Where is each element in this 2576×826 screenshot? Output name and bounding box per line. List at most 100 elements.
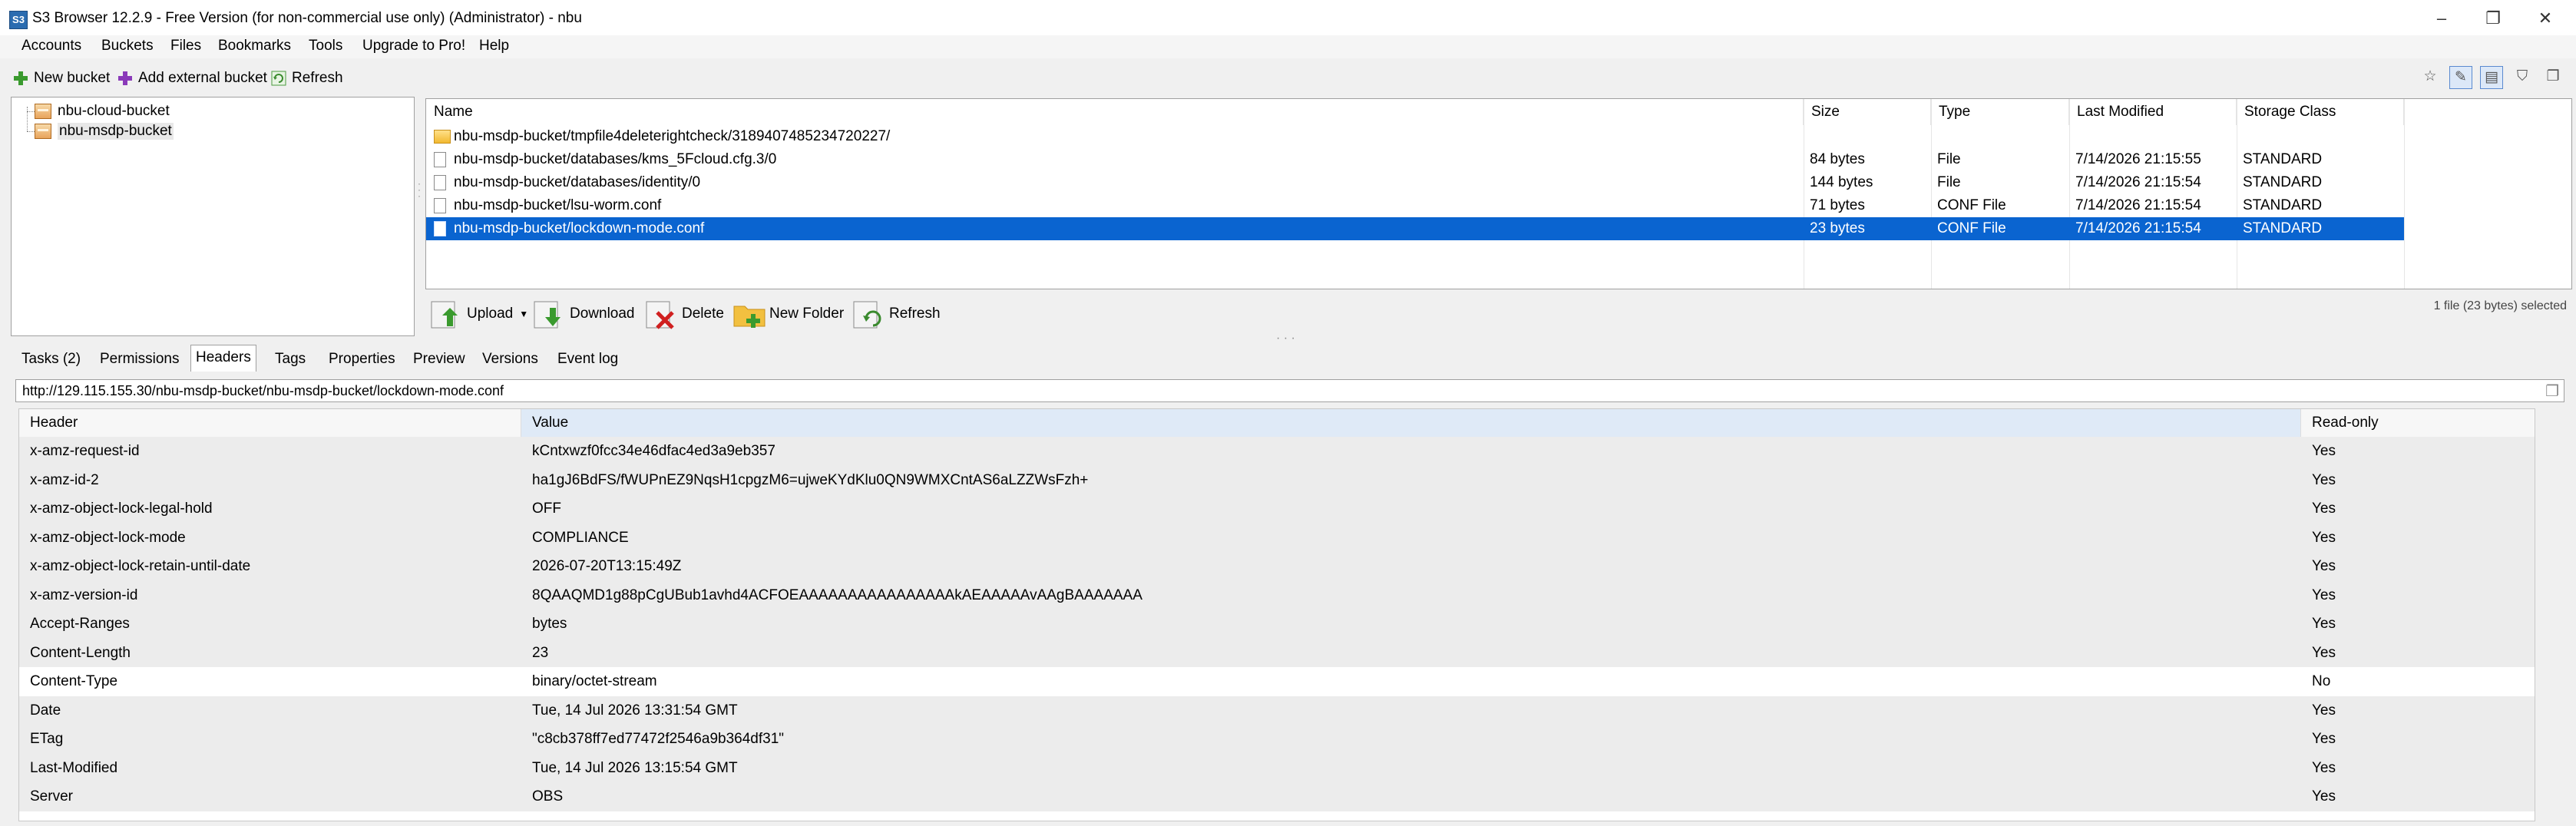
view-icon[interactable]: ▤: [2480, 66, 2503, 89]
header-name: x-amz-request-id: [30, 443, 140, 459]
header-read-only: Yes: [2312, 788, 2336, 805]
header-row[interactable]: x-amz-id-2 ha1gJ6BdFS/fWUPnEZ9NqsH1cpgzM6…: [19, 465, 2535, 494]
bookmark-star-icon[interactable]: ☆: [2419, 66, 2442, 89]
file-size: 71 bytes: [1810, 197, 1865, 213]
url-text: http://129.115.155.30/nbu-msdp-bucket/nb…: [22, 383, 504, 398]
menu-help[interactable]: Help: [476, 38, 512, 55]
header-row[interactable]: Content-Length 23 Yes: [19, 638, 2535, 667]
header-row[interactable]: Content-Type binary/octet-stream No: [19, 667, 2535, 696]
add-external-bucket-button[interactable]: Add external bucket: [117, 68, 267, 89]
header-read-only: Yes: [2312, 731, 2336, 747]
header-row[interactable]: x-amz-request-id kCntxwzf0fcc34e46dfac4ed…: [19, 437, 2535, 466]
file-row[interactable]: nbu-msdp-bucket/databases/kms_5Fcloud.cf…: [426, 148, 2404, 171]
bucket-item-nbu-cloud[interactable]: nbu-cloud-bucket: [35, 102, 170, 121]
download-icon: [533, 299, 564, 329]
header-row[interactable]: x-amz-object-lock-legal-hold OFF Yes: [19, 494, 2535, 524]
menu-bookmarks[interactable]: Bookmarks: [215, 38, 294, 55]
header-row[interactable]: x-amz-object-lock-retain-until-date 2026-…: [19, 552, 2535, 581]
download-button[interactable]: Download: [533, 295, 635, 333]
tab-preview[interactable]: Preview: [408, 347, 470, 372]
refresh-files-label: Refresh: [889, 306, 941, 322]
tab-versions[interactable]: Versions: [478, 347, 543, 372]
file-type: File: [1937, 174, 1961, 190]
file-name: nbu-msdp-bucket/tmpfile4deleterightcheck…: [454, 128, 891, 144]
file-row[interactable]: nbu-msdp-bucket/databases/identity/0 144…: [426, 171, 2404, 194]
headers-grid: Header Value Read-only x-amz-request-id k…: [18, 408, 2535, 821]
new-folder-button[interactable]: New Folder: [732, 295, 844, 333]
file-modified: 7/14/2026 21:15:55: [2075, 151, 2201, 167]
header-row[interactable]: Date Tue, 14 Jul 2026 13:31:54 GMT Yes: [19, 695, 2535, 725]
header-row[interactable]: ETag "c8cb378ff7ed77472f2546a9b364df31" Ye…: [19, 725, 2535, 754]
title-bar: S3 S3 Browser 12.2.9 - Free Version (for…: [0, 0, 2576, 38]
menu-buckets[interactable]: Buckets: [98, 38, 157, 55]
file-modified: 7/14/2026 21:15:54: [2075, 220, 2201, 236]
vertical-splitter[interactable]: · · ·: [418, 179, 421, 200]
new-bucket-label: New bucket: [34, 70, 111, 86]
header-name: x-amz-version-id: [30, 586, 138, 603]
close-button[interactable]: ✕: [2526, 5, 2564, 32]
file-storage-class: STANDARD: [2243, 197, 2323, 213]
column-header-type[interactable]: Type: [1931, 99, 2069, 125]
menu-accounts[interactable]: Accounts: [18, 38, 84, 55]
horizontal-splitter[interactable]: · · ·: [1276, 332, 1295, 345]
new-bucket-button[interactable]: New bucket: [12, 68, 110, 89]
tab-properties[interactable]: Properties: [324, 347, 400, 372]
file-icon: [434, 198, 446, 213]
file-icon: [434, 152, 446, 167]
header-name: x-amz-object-lock-mode: [30, 529, 186, 546]
maximize-button[interactable]: ❐: [2474, 5, 2512, 32]
window-title: S3 Browser 12.2.9 - Free Version (for no…: [32, 10, 582, 26]
file-name: nbu-msdp-bucket/lockdown-mode.conf: [454, 220, 705, 236]
tab-event-log[interactable]: Event log: [553, 347, 623, 372]
header-read-only: Yes: [2312, 644, 2336, 661]
file-row-selected[interactable]: nbu-msdp-bucket/lockdown-mode.conf 23 by…: [426, 217, 2404, 240]
menu-upgrade[interactable]: Upgrade to Pro!: [359, 38, 468, 55]
edit-icon[interactable]: ✎: [2449, 66, 2472, 89]
header-row[interactable]: x-amz-version-id 8QAAQMD1g88pCgUBub1avhd4…: [19, 580, 2535, 610]
column-header-name[interactable]: Name: [426, 99, 1804, 125]
tab-headers[interactable]: Headers: [190, 345, 256, 372]
column-header-storage-class[interactable]: Storage Class: [2237, 99, 2404, 125]
header-name: Server: [30, 788, 73, 805]
refresh-buckets-button[interactable]: Refresh: [270, 68, 343, 89]
upload-button[interactable]: Upload ▼: [430, 295, 528, 333]
delete-button[interactable]: Delete: [645, 295, 724, 333]
header-row[interactable]: Accept-Ranges bytes Yes: [19, 610, 2535, 639]
filter-icon[interactable]: ⛉: [2511, 66, 2534, 89]
refresh-files-button[interactable]: Refresh: [852, 295, 941, 333]
tab-permissions[interactable]: Permissions: [95, 347, 184, 372]
column-header-header[interactable]: Header: [19, 409, 521, 437]
bucket-item-nbu-msdp[interactable]: nbu-msdp-bucket: [35, 122, 174, 140]
header-name: Content-Type: [30, 673, 118, 689]
file-row[interactable]: nbu-msdp-bucket/lsu-worm.conf 71 bytes C…: [426, 194, 2404, 217]
toolbar: New bucket Add external bucket Refresh: [0, 63, 2576, 95]
tab-tasks[interactable]: Tasks (2): [17, 347, 85, 372]
file-modified: 7/14/2026 21:15:54: [2075, 174, 2201, 190]
dropdown-arrow-icon[interactable]: ▼: [519, 309, 528, 319]
header-row[interactable]: Last-Modified Tue, 14 Jul 2026 13:15:54 G…: [19, 753, 2535, 782]
file-row[interactable]: nbu-msdp-bucket/tmpfile4deleterightcheck…: [426, 125, 2404, 148]
url-field[interactable]: http://129.115.155.30/nbu-msdp-bucket/nb…: [15, 379, 2564, 402]
header-row[interactable]: x-amz-object-lock-mode COMPLIANCE Yes: [19, 523, 2535, 552]
copy-url-icon[interactable]: ❐: [2545, 382, 2559, 401]
copy-view-icon[interactable]: ❐: [2541, 66, 2564, 89]
header-name: Content-Length: [30, 644, 131, 661]
file-name: nbu-msdp-bucket/databases/kms_5Fcloud.cf…: [454, 151, 777, 167]
menu-files[interactable]: Files: [167, 38, 204, 55]
column-header-last-modified[interactable]: Last Modified: [2069, 99, 2237, 125]
file-list: Name Size Type Last Modified Storage Cla…: [425, 98, 2572, 289]
minimize-button[interactable]: –: [2422, 5, 2461, 32]
upload-icon: [430, 299, 461, 329]
bucket-label: nbu-cloud-bucket: [58, 103, 170, 119]
header-name: ETag: [30, 731, 64, 747]
column-header-value[interactable]: Value: [521, 409, 2301, 437]
column-header-read-only[interactable]: Read-only: [2301, 409, 2516, 437]
bucket-label: nbu-msdp-bucket: [58, 123, 174, 140]
header-value: binary/octet-stream: [532, 673, 657, 689]
header-value: OBS: [532, 788, 564, 805]
menu-tools[interactable]: Tools: [306, 38, 346, 55]
tab-tags[interactable]: Tags: [270, 347, 310, 372]
column-header-size[interactable]: Size: [1804, 99, 1931, 125]
file-name: nbu-msdp-bucket/databases/identity/0: [454, 174, 701, 190]
header-row[interactable]: Server OBS Yes: [19, 782, 2535, 811]
